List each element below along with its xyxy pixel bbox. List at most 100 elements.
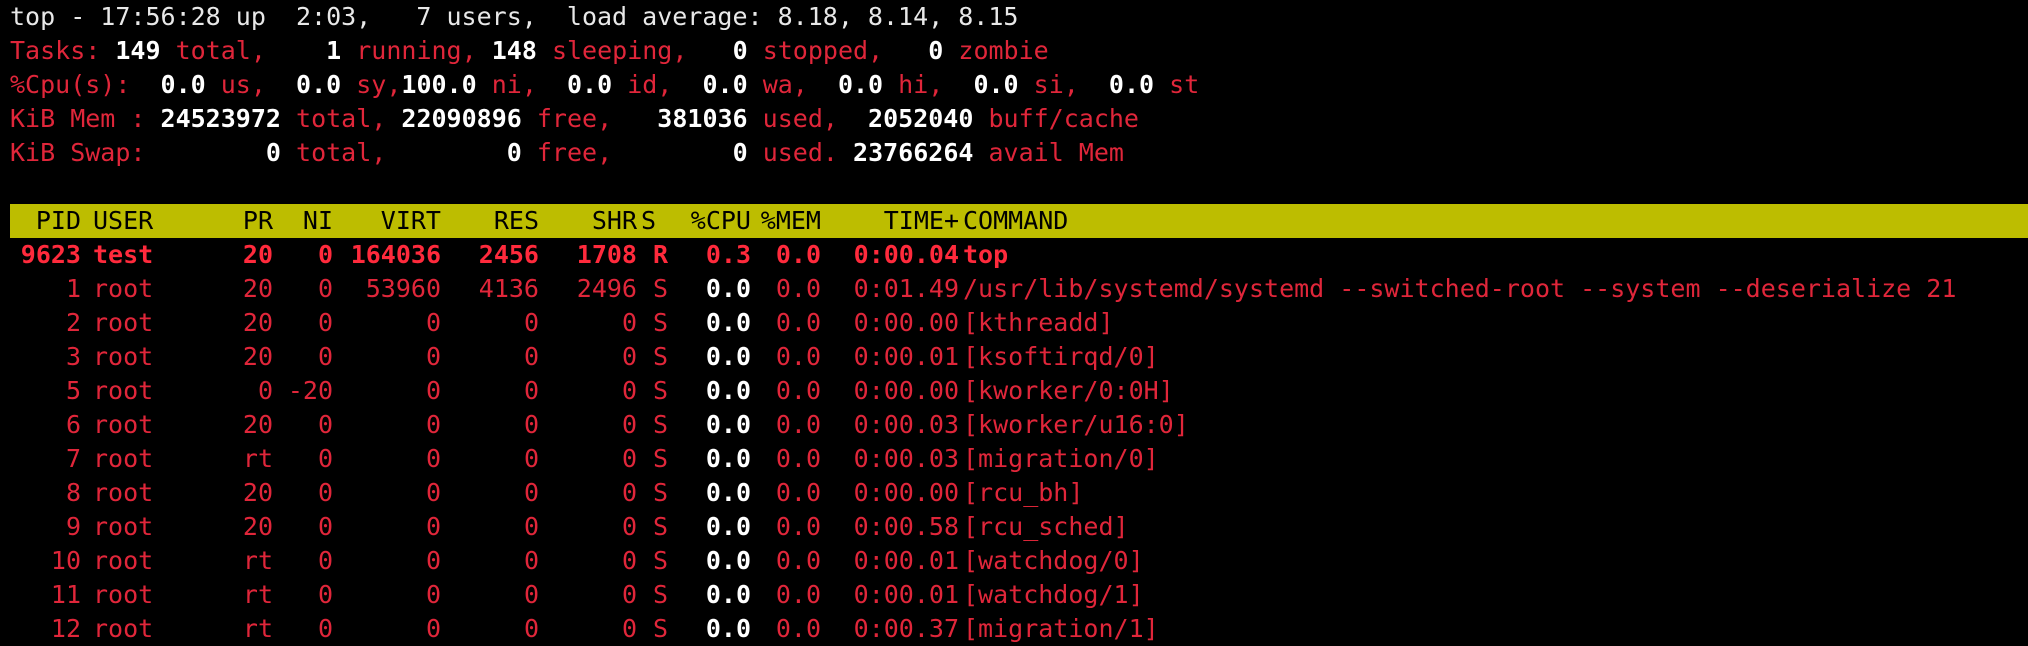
res-cell: 0 [523, 444, 539, 473]
time-cell: 0:00.04 [853, 240, 959, 269]
cpu-cell: 0.0 [705, 410, 751, 439]
res-cell: 0 [523, 410, 539, 439]
swap-used-value: 0 [732, 138, 748, 167]
virt-cell: 0 [425, 342, 441, 371]
tasks-stopped-value: 0 [732, 36, 748, 65]
cpu-id-value: 0.0 [566, 70, 613, 99]
cpu-si-label: si, [1033, 70, 1079, 99]
tasks-sleeping-label: sleeping, [551, 36, 688, 65]
mem-line: KiB Mem : 24523972 total, 22090896 free,… [10, 102, 1139, 136]
column-header-pr[interactable]: PR [213, 204, 273, 238]
process-row[interactable]: 2 root 20 0 0 0 0 S 0.0 0.0 0:00.00 [kth… [10, 306, 2028, 340]
command-cell: [rcu_bh] [963, 478, 1084, 507]
pid-cell: 11 [50, 580, 81, 609]
priority-cell: rt [242, 580, 273, 609]
user-cell: root [93, 444, 154, 473]
process-row[interactable]: 8 root 20 0 0 0 0 S 0.0 0.0 0:00.00 [rcu… [10, 476, 2028, 510]
mem-cell: 0.0 [775, 614, 821, 643]
priority-cell: 20 [242, 240, 273, 269]
cpu-cell: 0.0 [705, 614, 751, 643]
process-row[interactable]: 1 root 20 0 53960 4136 2496 S 0.0 0.0 0:… [10, 272, 2028, 306]
res-cell: 0 [523, 512, 539, 541]
column-header-res[interactable]: RES [441, 204, 539, 238]
column-header-time[interactable]: TIME+ [821, 204, 959, 238]
process-row[interactable]: 11 root rt 0 0 0 0 S 0.0 0.0 0:00.01 [wa… [10, 578, 2028, 612]
cpu-cell: 0.0 [705, 376, 751, 405]
pid-cell: 7 [65, 444, 81, 473]
mem-cell: 0.0 [775, 478, 821, 507]
swap-label: KiB Swap: [10, 138, 146, 167]
mem-cell: 0.0 [775, 512, 821, 541]
column-header-shr[interactable]: SHR [539, 204, 637, 238]
column-header-user[interactable]: USER [93, 204, 213, 238]
command-cell: [kworker/u16:0] [963, 410, 1189, 439]
nice-cell: 0 [317, 546, 333, 575]
tasks-zombie-value: 0 [928, 36, 944, 65]
res-cell: 0 [523, 478, 539, 507]
column-header-ni[interactable]: NI [273, 204, 333, 238]
nice-cell: 0 [317, 240, 333, 269]
process-row[interactable]: 7 root rt 0 0 0 0 S 0.0 0.0 0:00.03 [mig… [10, 442, 2028, 476]
process-row[interactable]: 12 root rt 0 0 0 0 S 0.0 0.0 0:00.37 [mi… [10, 612, 2028, 646]
cpu-id-label: id, [627, 70, 673, 99]
nice-cell: 0 [317, 580, 333, 609]
column-header-mem[interactable]: %MEM [751, 204, 821, 238]
column-header-state[interactable]: S [641, 204, 671, 238]
process-table-header[interactable]: PID USER PR NI VIRT RES SHR S %CPU %MEM … [10, 204, 2028, 238]
swap-free-value: 0 [506, 138, 522, 167]
shr-cell: 2496 [576, 274, 637, 303]
mem-free-label: free, [536, 104, 613, 133]
pid-cell: 6 [65, 410, 81, 439]
command-cell: [migration/0] [963, 444, 1159, 473]
mem-free-value: 22090896 [401, 104, 522, 133]
res-cell: 0 [523, 546, 539, 575]
virt-cell: 0 [425, 478, 441, 507]
tasks-stopped-label: stopped, [762, 36, 884, 65]
column-header-virt[interactable]: VIRT [333, 204, 441, 238]
command-cell: [kworker/0:0H] [963, 376, 1174, 405]
pid-cell: 2 [65, 308, 81, 337]
column-header-cpu[interactable]: %CPU [671, 204, 751, 238]
cpu-cell: 0.0 [705, 478, 751, 507]
user-cell: root [93, 274, 154, 303]
virt-cell: 0 [425, 512, 441, 541]
virt-cell: 0 [425, 546, 441, 575]
state-cell: S [653, 410, 669, 439]
terminal-window: top - 17:56:28 up 2:03, 7 users, load av… [0, 0, 2028, 643]
time-cell: 0:00.37 [853, 614, 959, 643]
process-row[interactable]: 9 root 20 0 0 0 0 S 0.0 0.0 0:00.58 [rcu… [10, 510, 2028, 544]
cpu-cell: 0.0 [705, 546, 751, 575]
shr-cell: 0 [621, 478, 637, 507]
cpu-st-label: st [1169, 70, 1200, 99]
process-row[interactable]: 6 root 20 0 0 0 0 S 0.0 0.0 0:00.03 [kwo… [10, 408, 2028, 442]
cpu-cell: 0.0 [705, 274, 751, 303]
res-cell: 2456 [478, 240, 539, 269]
nice-cell: 0 [317, 444, 333, 473]
mem-used-value: 381036 [657, 104, 748, 133]
mem-cell: 0.0 [775, 240, 821, 269]
cpu-us-value: 0.0 [160, 70, 206, 99]
mem-label: KiB Mem : [10, 104, 146, 133]
user-cell: root [93, 580, 154, 609]
state-cell: S [653, 444, 669, 473]
cpu-hi-label: hi, [898, 70, 944, 99]
priority-cell: rt [242, 444, 273, 473]
column-header-command[interactable]: COMMAND [963, 204, 1563, 238]
command-cell: [kthreadd] [963, 308, 1114, 337]
user-cell: root [93, 308, 154, 337]
process-row[interactable]: 10 root rt 0 0 0 0 S 0.0 0.0 0:00.01 [wa… [10, 544, 2028, 578]
column-header-pid[interactable]: PID [10, 204, 81, 238]
pid-cell: 8 [65, 478, 81, 507]
res-cell: 0 [523, 308, 539, 337]
command-cell: [rcu_sched] [963, 512, 1129, 541]
mem-cell: 0.0 [775, 308, 821, 337]
process-row[interactable]: 9623 test 20 0 164036 2456 1708 R 0.3 0.… [10, 238, 2028, 272]
process-row[interactable]: 3 root 20 0 0 0 0 S 0.0 0.0 0:00.01 [kso… [10, 340, 2028, 374]
state-cell: S [653, 546, 669, 575]
pid-cell: 9 [65, 512, 81, 541]
user-cell: root [93, 614, 154, 643]
pid-cell: 3 [65, 342, 81, 371]
process-row[interactable]: 5 root 0 -20 0 0 0 S 0.0 0.0 0:00.00 [kw… [10, 374, 2028, 408]
priority-cell: 0 [257, 376, 273, 405]
cpu-cell: 0.3 [705, 240, 751, 269]
